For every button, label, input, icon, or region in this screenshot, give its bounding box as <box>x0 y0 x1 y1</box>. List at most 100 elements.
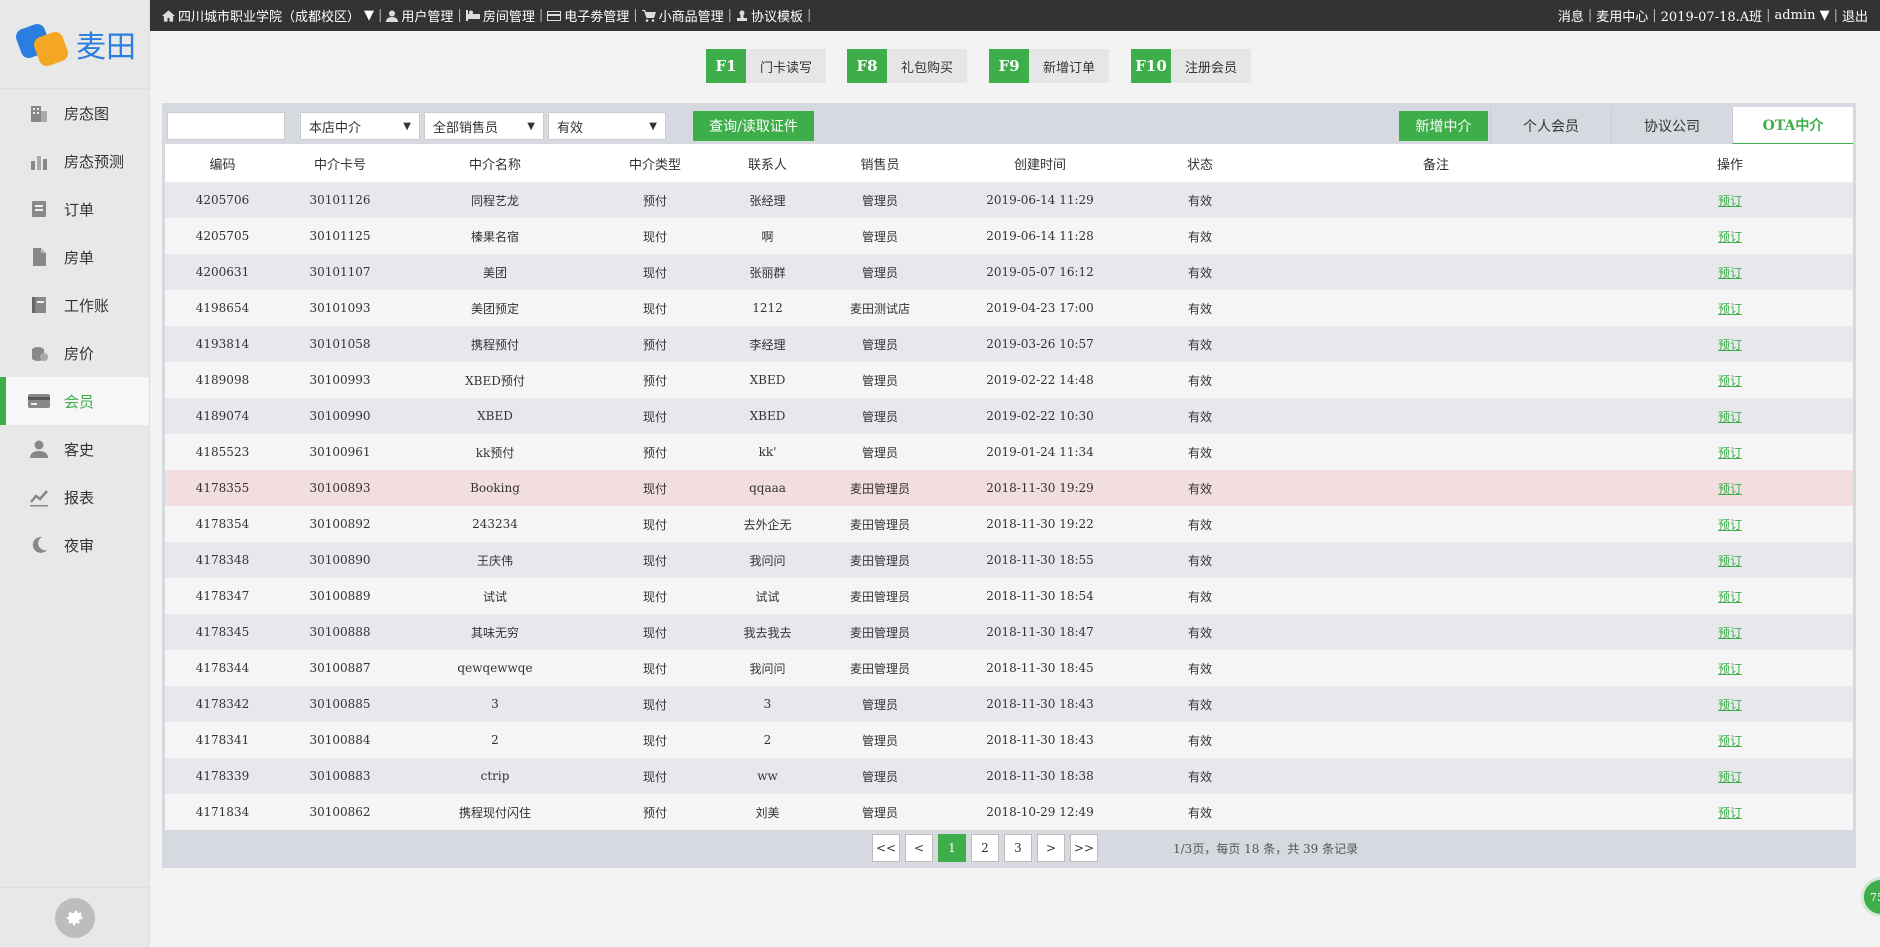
status-select[interactable]: 有效 ▼ <box>548 112 666 140</box>
reserve-link[interactable]: 预订 <box>1718 626 1742 640</box>
floating-badge[interactable]: 75 <box>1861 877 1880 917</box>
table-row[interactable]: 4200631 30101107 美团 现付 张丽群 管理员 2019-05-07 16:1… <box>165 254 1853 290</box>
prev-page-button[interactable]: < <box>905 834 933 862</box>
hotkey-f10-register-member[interactable]: F10 注册会员 <box>1131 49 1252 83</box>
table-cell: 管理员 <box>861 769 898 784</box>
menu-user-management[interactable]: 用户管理 <box>386 6 453 25</box>
hotkey-f9-new-order[interactable]: F9 新增订单 <box>989 49 1110 83</box>
table-cell: 预付 <box>642 445 667 460</box>
tab-personal-member[interactable]: 个人会员 <box>1490 107 1611 145</box>
reserve-link[interactable]: 预订 <box>1718 518 1742 532</box>
table-cell: 4185523 <box>195 445 250 459</box>
sidebar-item-3[interactable]: 房单 <box>0 233 149 281</box>
hotel-selector[interactable]: 四川城市职业学院（成都校区） ▼ <box>162 6 374 25</box>
building-icon <box>28 103 50 123</box>
reserve-link[interactable]: 预订 <box>1718 338 1742 352</box>
table-cell: 现付 <box>642 481 667 496</box>
menu-agreement-template[interactable]: 协议模板 <box>736 6 803 25</box>
add-agent-button[interactable]: 新增中介 <box>1399 111 1488 141</box>
reserve-link[interactable]: 预订 <box>1718 410 1742 424</box>
menu-ecoupon-management[interactable]: 电子劵管理 <box>547 6 629 25</box>
sidebar-item-2[interactable]: 订单 <box>0 185 149 233</box>
page-1-button[interactable]: 1 <box>938 834 966 862</box>
reserve-link[interactable]: 预订 <box>1718 662 1742 676</box>
query-button[interactable]: 查询/读取证件 <box>693 111 814 141</box>
search-input[interactable] <box>167 112 285 140</box>
store-select[interactable]: 本店中介 ▼ <box>300 112 420 140</box>
action-cell: 预订 <box>1607 506 1853 542</box>
table-cell: 有效 <box>1187 517 1212 532</box>
column-header: 操作 <box>1716 157 1743 173</box>
reserve-link[interactable]: 预订 <box>1718 554 1742 568</box>
table-cell: XBED <box>749 409 786 423</box>
table-row[interactable]: 4189098 30100993 XBED预付 预付 XBED 管理员 2019-02-22… <box>165 362 1853 398</box>
reserve-link[interactable]: 预订 <box>1718 266 1742 280</box>
sidebar-item-7[interactable]: 客史 <box>0 425 149 473</box>
table-row[interactable]: 4185523 30100961 kk预付 预付 kk' 管理员 2019-01-24 11… <box>165 434 1853 470</box>
menu-goods-management[interactable]: 小商品管理 <box>641 6 724 25</box>
table-row[interactable]: 4178354 30100892 243234 现付 去外企无 麦田管理员 2018-11-… <box>165 506 1853 542</box>
tab-ota-agent[interactable]: OTA中介 <box>1732 107 1853 145</box>
sidebar-item-9[interactable]: 夜审 <box>0 521 149 569</box>
table-row[interactable]: 4178347 30100889 试试 现付 试试 麦田管理员 2018-11-30 18:… <box>165 578 1853 614</box>
reserve-link[interactable]: 预订 <box>1718 734 1742 748</box>
table-row[interactable]: 4205706 30101126 同程艺龙 预付 张经理 管理员 2019-06-14 11… <box>165 182 1853 218</box>
page-3-button[interactable]: 3 <box>1004 834 1032 862</box>
table-cell: 美团 <box>482 265 507 280</box>
table-row[interactable]: 4189074 30100990 XBED 现付 XBED 管理员 2019-02-22 1… <box>165 398 1853 434</box>
table-row[interactable]: 4178345 30100888 其味无穷 现付 我去我去 麦田管理员 2018-11-30… <box>165 614 1853 650</box>
sidebar-item-5[interactable]: 房价 <box>0 329 149 377</box>
sidebar-item-8[interactable]: 报表 <box>0 473 149 521</box>
action-cell: 预订 <box>1607 542 1853 578</box>
next-page-button[interactable]: > <box>1037 834 1065 862</box>
user-menu[interactable]: admin ▼ <box>1775 8 1830 23</box>
table-cell <box>1265 722 1607 758</box>
table-row[interactable]: 4178341 30100884 2 现付 2 管理员 2018-11-30 18:43 有效… <box>165 722 1853 758</box>
table-cell: 4193814 <box>195 337 250 351</box>
hotkey-f8-gift-purchase[interactable]: F8 礼包购买 <box>847 49 968 83</box>
settings-button[interactable] <box>54 897 95 938</box>
table-cell: 30100961 <box>309 445 371 459</box>
table-cell: 30101107 <box>309 265 371 279</box>
last-page-button[interactable]: >> <box>1070 834 1098 862</box>
reserve-link[interactable]: 预订 <box>1718 806 1742 820</box>
table-row[interactable]: 4178348 30100890 王庆伟 现付 我问问 麦田管理员 2018-11-30 1… <box>165 542 1853 578</box>
tab-agreement-company[interactable]: 协议公司 <box>1611 107 1732 145</box>
table-row[interactable]: 4198654 30101093 美团预定 现付 1212 麦田测试店 2019-04-23… <box>165 290 1853 326</box>
first-page-button[interactable]: << <box>872 834 900 862</box>
sidebar-item-4[interactable]: 工作账 <box>0 281 149 329</box>
reserve-link[interactable]: 预订 <box>1718 698 1742 712</box>
maiyong-center-link[interactable]: 麦用中心 <box>1596 6 1648 25</box>
hotkey-f1-card-read[interactable]: F1 门卡读写 <box>706 49 827 83</box>
reserve-link[interactable]: 预订 <box>1718 446 1742 460</box>
table-row[interactable]: 4178344 30100887 qewqewwqe 现付 我问问 麦田管理员 2018-1… <box>165 650 1853 686</box>
page-2-button[interactable]: 2 <box>971 834 999 862</box>
sidebar-footer <box>0 887 149 947</box>
reserve-link[interactable]: 预订 <box>1718 194 1742 208</box>
table-row[interactable]: 4171834 30100862 携程现付闪住 预付 刘美 管理员 2018-10-29 1… <box>165 794 1853 830</box>
reserve-link[interactable]: 预订 <box>1718 770 1742 784</box>
sidebar-item-6[interactable]: 会员 <box>0 377 149 425</box>
table-row[interactable]: 4178339 30100883 ctrip 现付 ww 管理员 2018-11-30 18… <box>165 758 1853 794</box>
table-cell: 30100990 <box>309 409 371 423</box>
table-row[interactable]: 4178355 30100893 Booking 现付 qqaaa 麦田管理员 2018-1… <box>165 470 1853 506</box>
table-cell: 携程现付闪住 <box>458 805 531 820</box>
table-row[interactable]: 4178342 30100885 3 现付 3 管理员 2018-11-30 18:43 有效… <box>165 686 1853 722</box>
reserve-link[interactable]: 预订 <box>1718 482 1742 496</box>
reserve-link[interactable]: 预订 <box>1718 230 1742 244</box>
column-header: 备注 <box>1422 157 1449 173</box>
sidebar-item-1[interactable]: 房态预测 <box>0 137 149 185</box>
divider: | <box>1652 8 1657 23</box>
table-row[interactable]: 4193814 30101058 携程预付 预付 李经理 管理员 2019-03-26 10… <box>165 326 1853 362</box>
reserve-link[interactable]: 预订 <box>1718 374 1742 388</box>
logout-link[interactable]: 退出 <box>1842 6 1868 25</box>
sidebar-item-0[interactable]: 房态图 <box>0 89 149 137</box>
menu-room-management[interactable]: 房间管理 <box>465 6 535 25</box>
table-cell <box>1265 758 1607 794</box>
table-cell: 4205705 <box>195 229 250 243</box>
messages-link[interactable]: 消息 <box>1558 6 1584 25</box>
reserve-link[interactable]: 预订 <box>1718 590 1742 604</box>
sales-select[interactable]: 全部销售员 ▼ <box>424 112 544 140</box>
reserve-link[interactable]: 预订 <box>1718 302 1742 316</box>
table-row[interactable]: 4205705 30101125 榛果名宿 现付 啊 管理员 2019-06-14 11:2… <box>165 218 1853 254</box>
